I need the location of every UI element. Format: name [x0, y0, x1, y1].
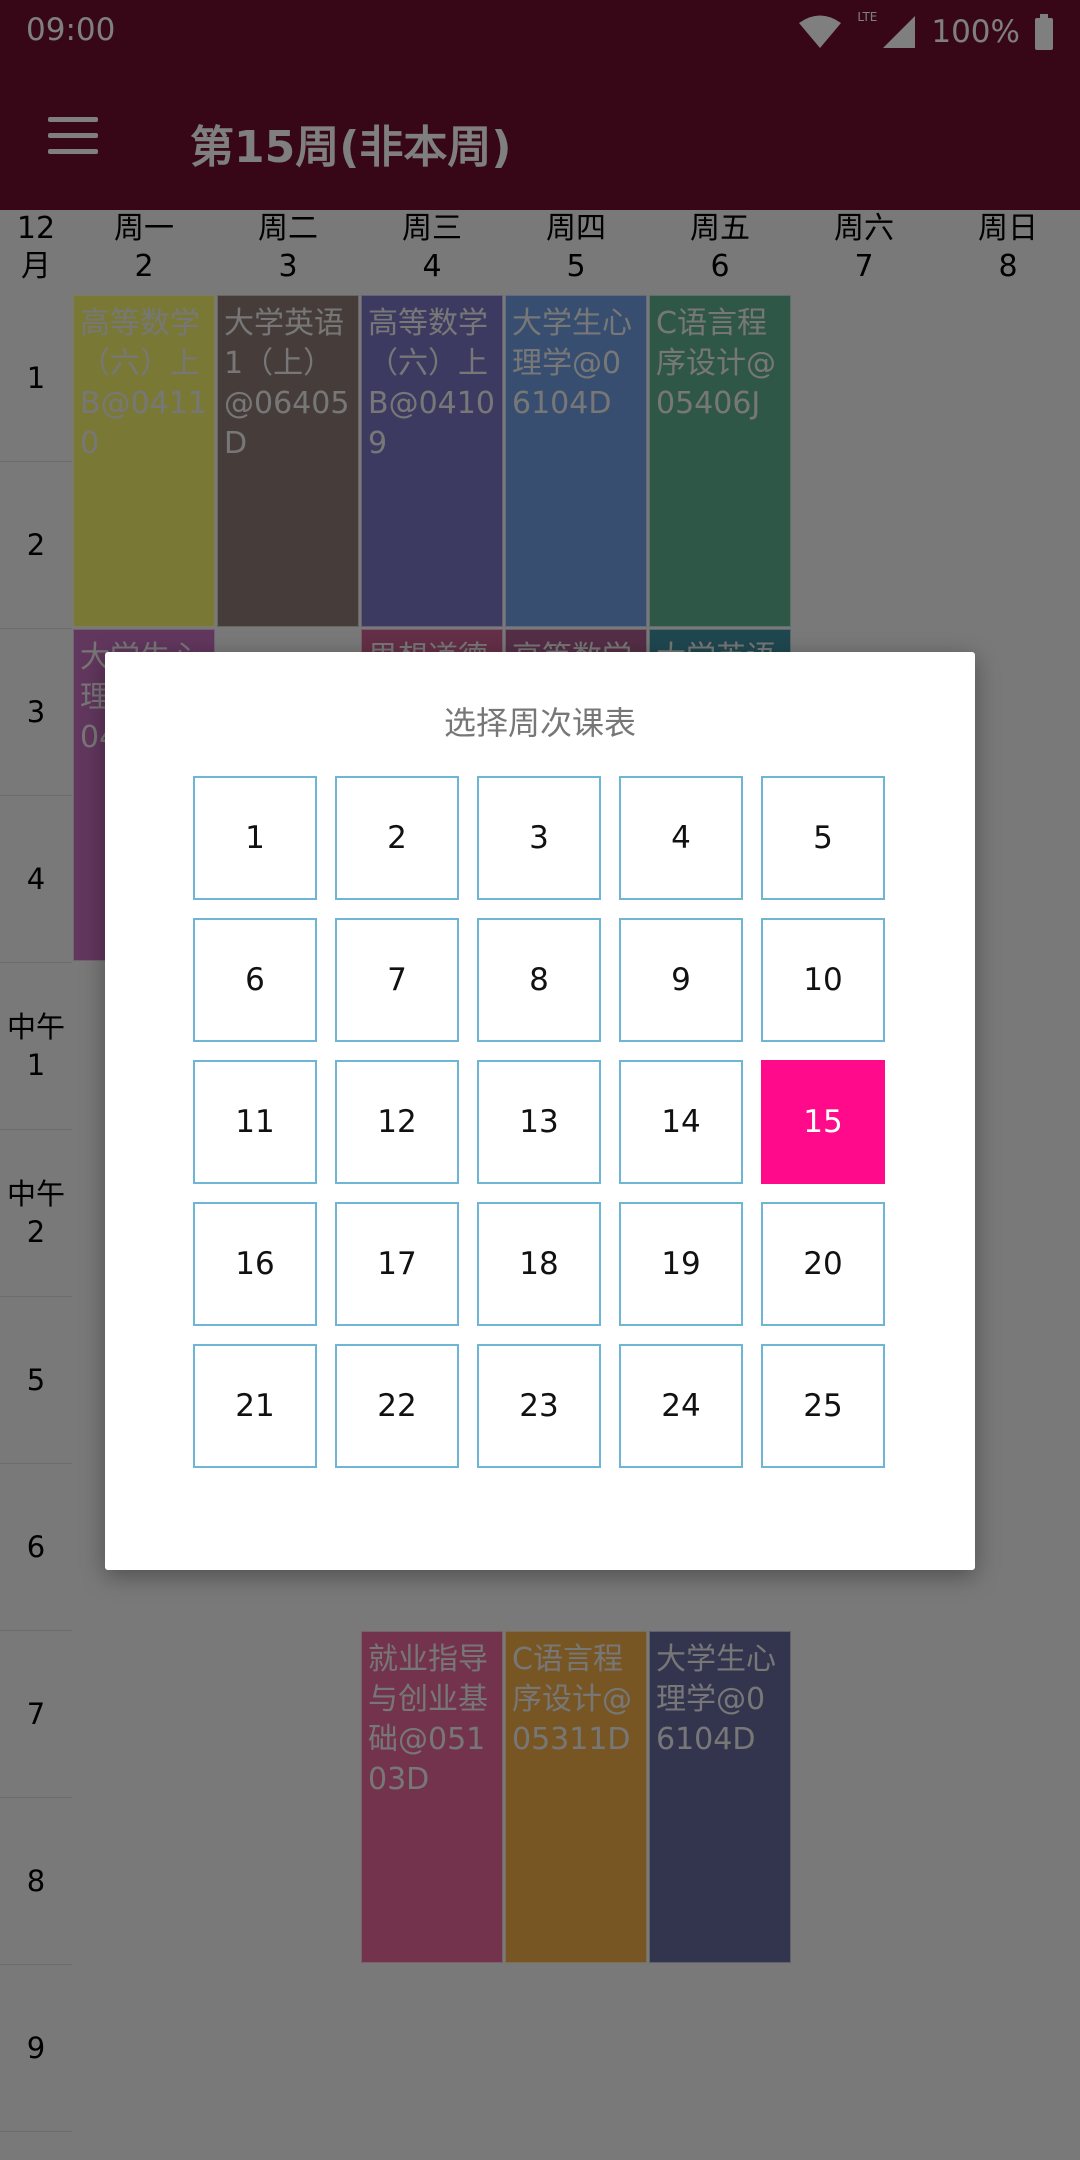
week-button[interactable]: 7 [335, 918, 459, 1042]
week-button[interactable]: 22 [335, 1344, 459, 1468]
week-button[interactable]: 15 [761, 1060, 885, 1184]
week-button[interactable]: 21 [193, 1344, 317, 1468]
week-button[interactable]: 4 [619, 776, 743, 900]
week-button[interactable]: 23 [477, 1344, 601, 1468]
week-picker-dialog: 选择周次课表 1 2 3 4 5 6 7 8 9 10 11 12 13 14 15 16 17 18 19 20 21… [105, 652, 975, 1570]
week-button[interactable]: 17 [335, 1202, 459, 1326]
week-button[interactable]: 3 [477, 776, 601, 900]
week-button[interactable]: 25 [761, 1344, 885, 1468]
week-button[interactable]: 24 [619, 1344, 743, 1468]
week-button[interactable]: 18 [477, 1202, 601, 1326]
week-button[interactable]: 11 [193, 1060, 317, 1184]
week-button[interactable]: 1 [193, 776, 317, 900]
week-button[interactable]: 13 [477, 1060, 601, 1184]
week-button[interactable]: 19 [619, 1202, 743, 1326]
week-button[interactable]: 16 [193, 1202, 317, 1326]
week-button[interactable]: 5 [761, 776, 885, 900]
week-button[interactable]: 9 [619, 918, 743, 1042]
week-button[interactable]: 14 [619, 1060, 743, 1184]
week-button[interactable]: 8 [477, 918, 601, 1042]
week-button[interactable]: 2 [335, 776, 459, 900]
week-button[interactable]: 10 [761, 918, 885, 1042]
week-button[interactable]: 12 [335, 1060, 459, 1184]
dialog-title: 选择周次课表 [443, 704, 636, 742]
week-button[interactable]: 20 [761, 1202, 885, 1326]
week-button[interactable]: 6 [193, 918, 317, 1042]
